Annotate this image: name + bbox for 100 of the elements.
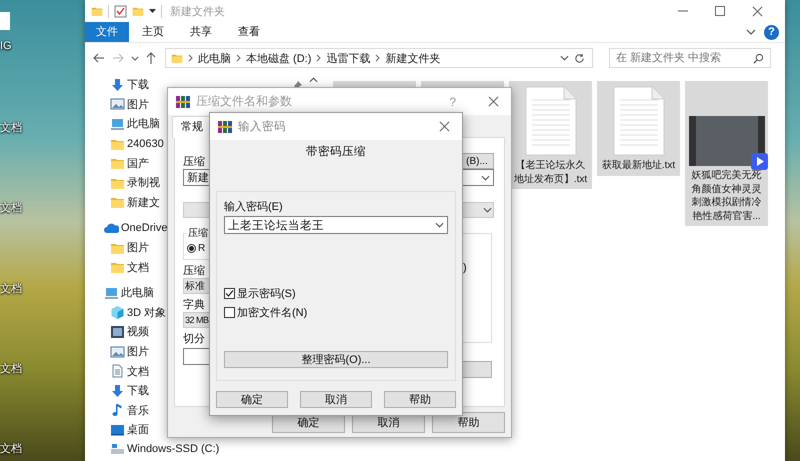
chevron-down-icon[interactable] bbox=[131, 56, 139, 60]
chevron-down-icon[interactable] bbox=[560, 55, 569, 61]
password-field[interactable]: 上老王论坛当老王 bbox=[224, 216, 448, 234]
dialog-button[interactable]: 帮助 bbox=[384, 391, 456, 408]
chevron-down-icon bbox=[481, 174, 490, 180]
chevron-down-icon bbox=[435, 222, 444, 228]
radio-option[interactable]: R bbox=[187, 243, 206, 254]
dialog-button[interactable]: 取消 bbox=[300, 391, 372, 408]
chevron-right-icon bbox=[316, 54, 322, 62]
folder-icon bbox=[171, 52, 183, 64]
refresh-icon[interactable] bbox=[574, 52, 585, 64]
nav-item[interactable]: 此电脑 bbox=[104, 282, 154, 303]
dialog-button[interactable]: 帮助 bbox=[432, 412, 505, 433]
cloud-icon bbox=[104, 220, 119, 235]
nav-item[interactable]: 桌面 bbox=[110, 420, 149, 440]
nav-item[interactable]: 国产 bbox=[110, 153, 149, 173]
nav-item[interactable]: 240630 bbox=[110, 134, 164, 154]
nav-item[interactable]: 音乐 bbox=[110, 400, 149, 420]
nav-item[interactable]: 新建文 bbox=[110, 192, 160, 212]
ribbon-tab[interactable]: 文件 bbox=[85, 22, 129, 42]
organize-passwords-button[interactable]: 整理密码(O)... bbox=[224, 351, 448, 368]
nav-item[interactable]: 文档 bbox=[110, 361, 149, 381]
drive-icon bbox=[110, 442, 125, 456]
checkbox-option[interactable]: 显示密码(S) bbox=[224, 284, 296, 303]
close-icon[interactable] bbox=[488, 96, 499, 107]
cube-icon bbox=[110, 305, 125, 320]
breadcrumb-item[interactable]: 本地磁盘 (D:) bbox=[246, 50, 312, 66]
computer-icon bbox=[110, 116, 125, 131]
download-icon bbox=[110, 384, 125, 398]
help-button[interactable]: ? bbox=[764, 24, 779, 40]
dropdown-caret-icon[interactable] bbox=[149, 8, 156, 14]
dialog-title: 输入密码 bbox=[238, 119, 286, 134]
back-arrow-icon[interactable] bbox=[93, 53, 105, 63]
maximize-icon[interactable] bbox=[715, 6, 725, 16]
properties-icon[interactable] bbox=[114, 4, 127, 18]
dialog-title: 压缩文件名和参数 bbox=[196, 93, 292, 110]
file-tile[interactable]: 妖狐吧完美无死角颜值女神灵灵刺激模拟剧情冷艳性感荷官害... bbox=[685, 81, 768, 226]
folder-icon bbox=[91, 5, 103, 17]
nav-item[interactable]: 录制视 bbox=[110, 172, 160, 193]
nav-item[interactable]: 文档 bbox=[110, 257, 149, 277]
file-tile[interactable]: 获取最新地址.txt bbox=[597, 81, 680, 176]
check-icon bbox=[225, 289, 234, 298]
browse-button[interactable]: (B)... bbox=[460, 153, 494, 169]
search-field[interactable]: 在 新建文件夹 中搜索 bbox=[609, 48, 771, 68]
nav-item[interactable]: OneDrive bbox=[104, 218, 168, 238]
text-file-icon bbox=[612, 86, 664, 156]
chevron-right-icon bbox=[188, 54, 193, 62]
up-arrow-icon[interactable] bbox=[146, 52, 156, 64]
document-icon bbox=[110, 364, 125, 378]
file-name: 获取最新地址.txt bbox=[602, 159, 676, 172]
radio-button[interactable] bbox=[187, 244, 196, 253]
nav-item[interactable]: 下载 bbox=[110, 75, 149, 95]
desktop-icon-label[interactable]: 文档 bbox=[0, 361, 22, 376]
monitor-icon bbox=[110, 422, 125, 437]
field-label: 输入密码(E) bbox=[224, 200, 283, 214]
scroll-up-icon[interactable] bbox=[309, 77, 318, 83]
breadcrumb-item[interactable]: 此电脑 bbox=[198, 50, 231, 66]
search-icon bbox=[753, 52, 764, 64]
archive-books-icon bbox=[176, 94, 190, 108]
computer-icon bbox=[104, 286, 119, 300]
dialog-button[interactable]: 确定 bbox=[216, 391, 288, 408]
close-icon[interactable] bbox=[752, 6, 763, 16]
tab[interactable]: 常规 bbox=[172, 116, 212, 138]
file-tile[interactable]: 【老王论坛永久地址发布页】.txt bbox=[509, 81, 592, 189]
nav-item[interactable]: Windows-SSD (C:) bbox=[110, 440, 220, 460]
field-label: 压缩 bbox=[183, 264, 206, 278]
nav-item[interactable]: 此电脑 bbox=[110, 114, 160, 134]
download-icon bbox=[110, 78, 125, 92]
chevron-down-icon[interactable] bbox=[746, 29, 756, 35]
file-name: 妖狐吧完美无死角颜值女神灵灵刺激模拟剧情冷艳性感荷官害... bbox=[690, 169, 762, 223]
ribbon-tab[interactable]: 主页 bbox=[129, 22, 177, 42]
folder-icon bbox=[110, 260, 125, 274]
play-badge-icon bbox=[750, 153, 768, 170]
file-name: 【老王论坛永久地址发布页】.txt bbox=[512, 159, 588, 186]
chevron-right-icon bbox=[375, 54, 380, 62]
checkbox[interactable] bbox=[224, 307, 235, 318]
close-icon[interactable] bbox=[439, 121, 450, 132]
film-icon bbox=[110, 324, 125, 339]
nav-item[interactable]: 视频 bbox=[110, 322, 149, 342]
nav-item[interactable]: 图片 bbox=[110, 94, 149, 114]
nav-item[interactable]: 下载 bbox=[110, 380, 149, 400]
checkbox-option[interactable]: 加密文件名(N) bbox=[224, 303, 308, 322]
ribbon-tab[interactable]: 共享 bbox=[177, 22, 225, 42]
breadcrumb-item[interactable]: 迅雷下载 bbox=[326, 50, 370, 66]
group-label: ) bbox=[463, 262, 467, 274]
field-label: 切分 bbox=[183, 332, 206, 346]
chevron-down-icon bbox=[483, 207, 492, 213]
ribbon-tab[interactable]: 查看 bbox=[225, 22, 273, 42]
dialog-heading: 带密码压缩 bbox=[306, 146, 366, 158]
group-label: 压缩 bbox=[187, 226, 209, 240]
chevron-right-icon bbox=[236, 54, 241, 62]
folder-icon bbox=[110, 156, 125, 170]
nav-item[interactable]: 图片 bbox=[110, 342, 149, 362]
desktop-icon-label[interactable]: 文档 bbox=[0, 441, 22, 456]
address-bar[interactable]: 此电脑 本地磁盘 (D:) 迅雷下载 新建文件夹 bbox=[165, 48, 593, 68]
nav-item[interactable]: 图片 bbox=[110, 238, 149, 258]
breadcrumb-item[interactable]: 新建文件夹 bbox=[385, 50, 440, 66]
nav-item[interactable]: 3D 对象 bbox=[110, 302, 166, 322]
checkbox[interactable] bbox=[224, 288, 235, 299]
folder-icon bbox=[110, 195, 125, 210]
